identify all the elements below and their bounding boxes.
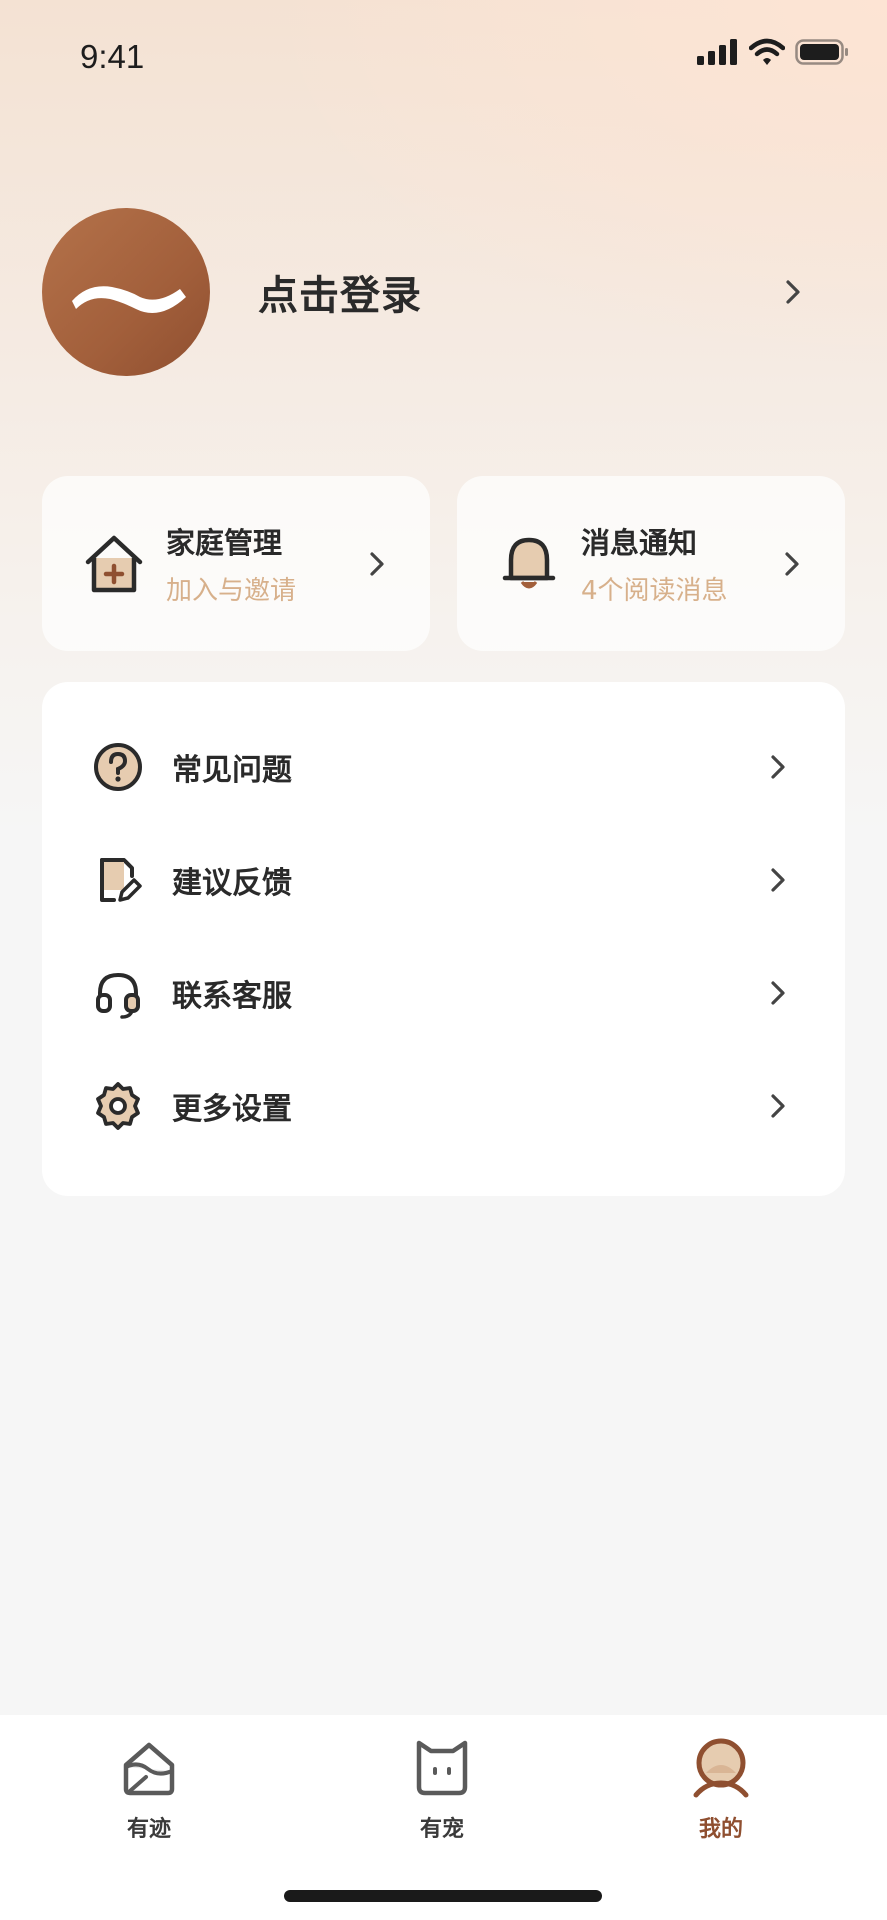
tab-mine[interactable]: 我的 xyxy=(651,1737,791,1857)
tab-youchong[interactable]: 有宠 xyxy=(372,1737,512,1857)
notifications-card-subtitle: 4个阅读消息 xyxy=(581,576,728,606)
menu-label-support: 联系客服 xyxy=(172,979,292,1014)
chevron-right-icon xyxy=(370,551,384,576)
status-icons xyxy=(697,38,849,66)
profile-icon xyxy=(693,1738,749,1798)
house-plus-icon xyxy=(85,535,143,592)
tab-label-mine: 我的 xyxy=(698,1817,743,1842)
mail-footprint-icon xyxy=(123,1742,175,1796)
menu-card: 常见问题 建议反馈 联系客服 更多设置 xyxy=(42,682,845,1196)
brand-wave-icon xyxy=(72,286,186,313)
login-label[interactable]: 点击登录 xyxy=(258,263,784,321)
menu-label-feedback: 建议反馈 xyxy=(172,866,292,901)
chevron-right-icon xyxy=(771,1094,785,1118)
cat-face-icon xyxy=(416,1740,468,1796)
question-circle-icon xyxy=(94,743,142,791)
menu-label-faq: 常见问题 xyxy=(172,753,292,788)
menu-item-settings[interactable]: 更多设置 xyxy=(42,1056,845,1156)
document-edit-icon xyxy=(100,858,142,902)
menu-label-settings: 更多设置 xyxy=(172,1092,292,1127)
status-time: 9:41 xyxy=(80,38,145,75)
notifications-card-title: 消息通知 xyxy=(581,526,698,560)
menu-item-faq[interactable]: 常见问题 xyxy=(42,717,845,817)
menu-item-support[interactable]: 联系客服 xyxy=(42,943,845,1043)
battery-icon xyxy=(795,39,848,65)
status-bar: 9:41 xyxy=(0,0,887,110)
chevron-right-icon xyxy=(785,551,799,576)
menu-item-feedback[interactable]: 建议反馈 xyxy=(42,830,845,930)
family-card-subtitle: 加入与邀请 xyxy=(166,576,297,606)
chevron-right-icon xyxy=(771,755,785,779)
gear-icon xyxy=(96,1082,140,1130)
headset-icon xyxy=(96,972,140,1019)
chevron-right-icon xyxy=(771,868,785,892)
chevron-right-icon xyxy=(771,981,785,1005)
login-row[interactable]: 点击登录 xyxy=(42,208,802,376)
home-indicator xyxy=(284,1890,602,1902)
tab-label-youchong: 有宠 xyxy=(419,1817,464,1842)
chevron-right-icon xyxy=(786,280,800,304)
cellular-signal-icon xyxy=(697,39,737,65)
avatar[interactable] xyxy=(42,208,210,376)
notifications-card[interactable]: 消息通知 4个阅读消息 xyxy=(457,476,845,651)
bell-icon xyxy=(502,537,556,588)
wifi-icon xyxy=(749,38,785,65)
tab-youji[interactable]: 有迹 xyxy=(79,1737,219,1857)
family-management-card[interactable]: 家庭管理 加入与邀请 xyxy=(42,476,430,651)
family-card-title: 家庭管理 xyxy=(166,526,283,560)
tab-label-youji: 有迹 xyxy=(126,1817,171,1842)
